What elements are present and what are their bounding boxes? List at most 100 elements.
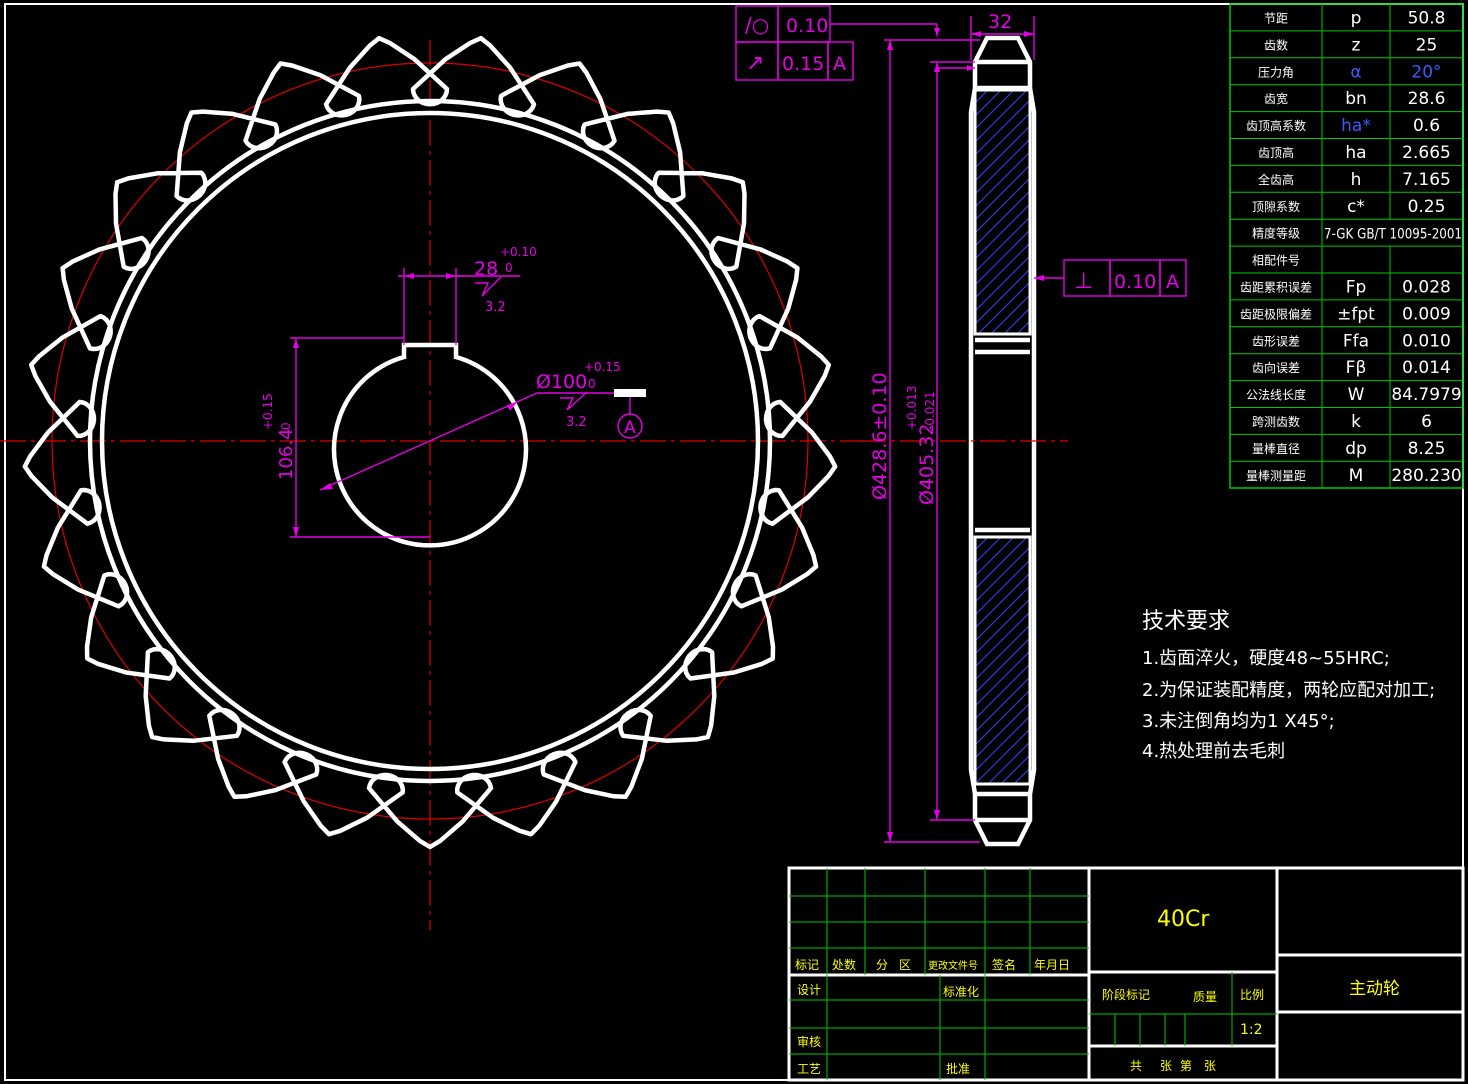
runout-datum: A bbox=[833, 53, 846, 75]
key-depth-upper-tol: +0.15 bbox=[261, 393, 275, 430]
param-name: 压力角 bbox=[1258, 65, 1294, 79]
label-sign: 签名 bbox=[992, 957, 1016, 972]
roughness-key-value: 3.2 bbox=[485, 300, 506, 315]
tip-diameter-dim: Ø428.6±0.10 bbox=[869, 372, 891, 500]
hatch-line bbox=[1186, 90, 1430, 334]
hatch-line bbox=[1003, 307, 1030, 334]
param-symbol: p bbox=[1351, 8, 1362, 28]
param-value: 7.165 bbox=[1402, 170, 1451, 190]
hatch-line bbox=[975, 624, 1030, 681]
bore-lower-tol: 0 bbox=[588, 377, 596, 391]
label-weight: 质量 bbox=[1193, 990, 1217, 1004]
roundness-symbol: /○ bbox=[745, 13, 769, 37]
hatch-line bbox=[975, 229, 1030, 286]
key-depth-dim: 106.4 bbox=[276, 428, 297, 480]
note-line-4: 4.热处理前去毛刺 bbox=[1142, 741, 1285, 762]
label-standard: 标准化 bbox=[943, 985, 979, 999]
label-date: 年月日 bbox=[1034, 958, 1070, 972]
param-symbol: ha* bbox=[1341, 116, 1371, 136]
hatch-line bbox=[975, 90, 1028, 143]
hatch-line bbox=[975, 90, 989, 104]
label-sheet-no: 第 bbox=[1180, 1059, 1192, 1073]
label-fen: 分 bbox=[876, 958, 888, 972]
param-value: 0.028 bbox=[1402, 277, 1451, 297]
hatch-line bbox=[975, 268, 1030, 325]
param-symbol: z bbox=[1352, 35, 1361, 55]
keyway-upper-tol: +0.10 bbox=[500, 245, 537, 259]
note-line-2: 2.为保证装配精度，两轮应配对加工; bbox=[1142, 680, 1435, 701]
hatch-line bbox=[975, 650, 1030, 707]
bore-upper-tol: +0.15 bbox=[584, 360, 621, 374]
keyway-lower-tol: 0 bbox=[505, 261, 513, 275]
tolerance-frame-group: /○ 0.10 ↗ 0.15 A ⊥ 0.10 A bbox=[735, 5, 1187, 297]
param-symbol: Fβ bbox=[1346, 358, 1367, 378]
hatch-line bbox=[975, 546, 1030, 603]
label-process: 工艺 bbox=[797, 1062, 821, 1076]
param-value: 50.8 bbox=[1408, 8, 1446, 28]
label-approve: 批准 bbox=[946, 1061, 970, 1076]
param-symbol: Fp bbox=[1346, 277, 1367, 297]
param-name: 齿向误差 bbox=[1252, 360, 1300, 375]
datum-triangle bbox=[614, 389, 646, 397]
hatch-line bbox=[975, 255, 1030, 312]
param-value: 280.230 bbox=[1391, 466, 1461, 486]
note-line-3: 3.未注倒角均为1 X45°; bbox=[1142, 711, 1335, 732]
technical-notes: 技术要求 1.齿面淬火，硬度48~55HRC; 2.为保证装配精度，两轮应配对加… bbox=[1142, 609, 1435, 762]
param-name: 齿距极限偏差 bbox=[1240, 306, 1312, 321]
hatch-line bbox=[975, 190, 1030, 247]
label-design: 设计 bbox=[797, 983, 821, 997]
hatch-line bbox=[1029, 333, 1030, 334]
roughness-bore-value: 3.2 bbox=[566, 415, 587, 430]
hatch-line bbox=[975, 585, 1030, 642]
root-diameter-dim: Ø405.32 bbox=[916, 424, 938, 505]
param-value: 0.014 bbox=[1402, 358, 1451, 378]
hatch-line bbox=[975, 598, 1030, 655]
param-name: 全齿高 bbox=[1258, 172, 1294, 187]
front-view: 28 +0.10 0 3.2 106.4 +0.15 0 Ø100 +0.15 … bbox=[0, 35, 880, 930]
param-name: 顶隙系数 bbox=[1252, 199, 1300, 214]
param-value: 28.6 bbox=[1408, 89, 1446, 109]
note-line-1: 1.齿面淬火，硬度48~55HRC; bbox=[1142, 648, 1390, 669]
label-scale: 比例 bbox=[1240, 988, 1264, 1002]
hatch-line bbox=[975, 164, 1030, 221]
perpendicularity-symbol: ⊥ bbox=[1074, 269, 1093, 294]
param-value: 84.7979 bbox=[1391, 385, 1461, 405]
param-name: 精度等级 bbox=[1252, 226, 1300, 241]
param-name: 齿距累积误差 bbox=[1240, 280, 1312, 294]
hatch-line bbox=[975, 611, 1030, 668]
hatch-line bbox=[975, 537, 1028, 590]
label-review: 审核 bbox=[797, 1034, 821, 1049]
keyway-width-dim: 28 bbox=[474, 258, 498, 280]
param-symbol: c* bbox=[1347, 197, 1365, 217]
runout-value: 0.15 bbox=[782, 53, 824, 75]
hatch-line bbox=[975, 90, 976, 91]
scale-value: 1:2 bbox=[1240, 1022, 1263, 1038]
face-width-dim: 32 bbox=[988, 11, 1012, 33]
param-value: 25 bbox=[1416, 35, 1438, 55]
param-symbol: α bbox=[1350, 62, 1361, 82]
root-upper-tol: +0.013 bbox=[905, 386, 919, 430]
param-name: 齿宽 bbox=[1264, 91, 1288, 106]
roundness-value: 0.10 bbox=[786, 15, 828, 37]
gear-parameter-table: 节距 p 50.8 齿数 z 25 压力角 α 20° 齿宽 bn 28.6 齿顶高系数 ha* 0.6 齿顶… bbox=[1229, 3, 1464, 489]
param-value: 2.665 bbox=[1402, 143, 1451, 163]
param-name: 量棒直径 bbox=[1252, 442, 1300, 456]
hatch-line bbox=[975, 177, 1030, 234]
param-name: 齿形误差 bbox=[1252, 334, 1300, 348]
param-value: 0.25 bbox=[1408, 197, 1446, 217]
param-symbol: ha bbox=[1345, 143, 1366, 163]
param-symbol: Ffa bbox=[1343, 331, 1369, 351]
label-sheets: 张 bbox=[1160, 1059, 1172, 1073]
param-span-value: 7-GK GB/T 10095-2001 bbox=[1324, 227, 1462, 243]
roughness-symbol-bore bbox=[560, 391, 588, 411]
hatch-line bbox=[975, 637, 1030, 694]
param-value: 8.25 bbox=[1408, 439, 1446, 459]
drawing-canvas: 28 +0.10 0 3.2 106.4 +0.15 0 Ø100 +0.15 … bbox=[0, 3, 1465, 1082]
hatch-line bbox=[975, 559, 1030, 616]
hatch-line bbox=[977, 281, 1030, 334]
param-name: 量棒测量距 bbox=[1246, 469, 1306, 483]
bore-diameter-dim: Ø100 bbox=[536, 371, 587, 393]
hatch-line bbox=[975, 676, 1030, 733]
hatch-line bbox=[975, 537, 1002, 564]
label-count: 处数 bbox=[832, 957, 856, 972]
